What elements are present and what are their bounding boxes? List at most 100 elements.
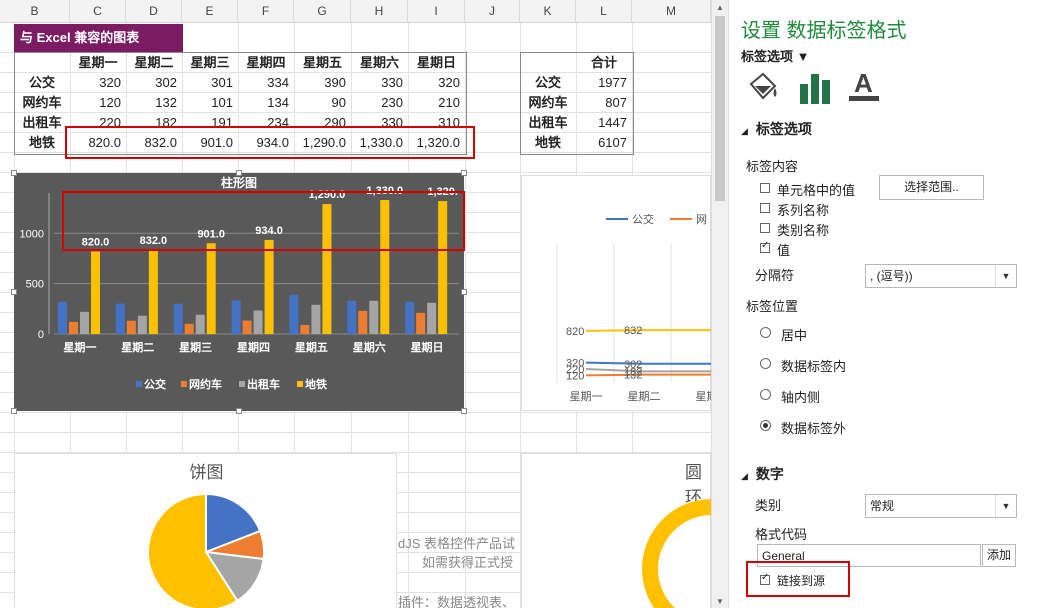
column-header-l[interactable]: L: [576, 0, 632, 23]
bar-3-3[interactable]: [264, 239, 274, 334]
format-data-labels-pane[interactable]: 设置 数据标签格式 标签选项 ▼ A ◢ 标签选项 标签内容 单元格中的值 选择范…: [731, 0, 1039, 608]
bar-0-6[interactable]: [405, 301, 415, 334]
bar-data-label[interactable]: 832.0: [140, 235, 168, 247]
separator-select[interactable]: , (逗号)) ▼: [865, 264, 1017, 288]
bar-3-5[interactable]: [380, 200, 390, 334]
totals-cell[interactable]: 6107: [576, 133, 632, 153]
bar-3-6[interactable]: [438, 201, 448, 334]
line-series-2[interactable]: [585, 368, 711, 373]
radio-inside-base-label[interactable]: 轴内侧: [781, 387, 820, 406]
bar-3-0[interactable]: [91, 251, 100, 334]
table-cell[interactable]: 210: [408, 93, 465, 113]
bar-1-4[interactable]: [300, 324, 310, 334]
bar-data-label[interactable]: 1,320.: [427, 186, 458, 198]
donut-chart[interactable]: [522, 454, 711, 608]
totals-header-cell[interactable]: 合计: [576, 53, 632, 73]
chart-resize-handle-bm[interactable]: [236, 408, 242, 414]
bar-data-label[interactable]: 820.0: [82, 236, 110, 248]
legend-label-3[interactable]: 地铁: [305, 377, 327, 391]
table-header-cell[interactable]: 星期五: [294, 53, 351, 73]
bar-2-1[interactable]: [137, 315, 147, 334]
label-options-dropdown[interactable]: 标签选项 ▼: [741, 46, 809, 65]
legend-label-2[interactable]: 出租车: [247, 377, 280, 391]
line-chart[interactable]: 公交网820832320302220182120132星期一星期二星期三: [522, 176, 711, 412]
radio-inside-end-label[interactable]: 数据标签内: [781, 356, 846, 375]
bar-1-1[interactable]: [126, 320, 136, 334]
line-point-label[interactable]: 132: [624, 370, 642, 382]
bar-chart[interactable]: 柱形图 0 500 1000 星期一 820.0 星期二 832.0 星期三 901.0 星期四 93…: [14, 173, 464, 411]
line-legend-label-0[interactable]: 公交: [632, 212, 654, 226]
section-label-options[interactable]: ◢ 标签选项: [741, 119, 812, 139]
column-header-h[interactable]: H: [351, 0, 408, 23]
radio-center[interactable]: [760, 327, 771, 338]
bar-2-3[interactable]: [253, 310, 263, 334]
column-header-c[interactable]: C: [70, 0, 126, 23]
fill-bucket-icon[interactable]: [745, 70, 781, 106]
column-header-d[interactable]: D: [126, 0, 182, 23]
table-cell[interactable]: 220: [70, 113, 126, 133]
bar-2-2[interactable]: [195, 314, 205, 334]
chart-resize-handle-br[interactable]: [461, 408, 467, 414]
legend-label-1[interactable]: 网约车: [189, 377, 222, 391]
totals-cell[interactable]: 1447: [576, 113, 632, 133]
table-cell[interactable]: 301: [182, 73, 238, 93]
table-cell[interactable]: 330: [351, 113, 408, 133]
vertical-scrollbar[interactable]: ▲ ▼: [711, 0, 729, 608]
totals-row-label[interactable]: 地铁: [520, 133, 576, 153]
table-cell[interactable]: 101: [182, 93, 238, 113]
totals-row-label[interactable]: 出租车: [520, 113, 576, 133]
table-cell[interactable]: 310: [408, 113, 465, 133]
scroll-down-arrow[interactable]: ▼: [712, 597, 728, 606]
chart-resize-handle-tl[interactable]: [11, 170, 17, 176]
checkbox-series-name[interactable]: [760, 203, 770, 213]
chart-resize-handle-ml[interactable]: [11, 289, 17, 295]
table-cell[interactable]: 230: [351, 93, 408, 113]
bar-1-3[interactable]: [242, 320, 252, 334]
table-row-label[interactable]: 地铁: [14, 133, 70, 153]
bar-1-2[interactable]: [184, 323, 194, 334]
bar-0-1[interactable]: [115, 303, 125, 334]
checkbox-category-name-label[interactable]: 类别名称: [777, 220, 829, 239]
table-cell[interactable]: 832.0: [126, 133, 182, 153]
bar-chart-container[interactable]: 柱形图 0 500 1000 星期一 820.0 星期二 832.0 星期三 901.0 星期四 93…: [14, 173, 464, 411]
bar-2-5[interactable]: [369, 300, 379, 334]
line-series-0[interactable]: [585, 361, 711, 365]
bar-data-label[interactable]: 934.0: [255, 225, 283, 237]
table-cell[interactable]: 934.0: [238, 133, 294, 153]
table-cell[interactable]: 334: [238, 73, 294, 93]
line-series-3[interactable]: [585, 329, 711, 332]
totals-cell[interactable]: 807: [576, 93, 632, 113]
add-format-button[interactable]: 添加: [982, 544, 1016, 567]
table-cell[interactable]: 90: [294, 93, 351, 113]
radio-inside-base[interactable]: [760, 389, 771, 400]
table-cell[interactable]: 1,320.0: [408, 133, 465, 153]
pie-chart[interactable]: [15, 454, 398, 608]
bar-data-label[interactable]: 1,330.0: [366, 185, 403, 197]
checkbox-value[interactable]: [760, 240, 770, 253]
text-a-icon[interactable]: A: [847, 66, 883, 102]
checkbox-series-name-label[interactable]: 系列名称: [777, 200, 829, 219]
bar-chart-icon[interactable]: [797, 70, 833, 106]
bar-0-0[interactable]: [58, 301, 67, 334]
line-legend-label-1[interactable]: 网: [696, 214, 707, 226]
checkbox-value-label[interactable]: 值: [777, 240, 790, 259]
chart-resize-handle-bl[interactable]: [11, 408, 17, 414]
table-header-cell[interactable]: 星期三: [182, 53, 238, 73]
scroll-up-arrow[interactable]: ▲: [712, 3, 728, 12]
table-cell[interactable]: 390: [294, 73, 351, 93]
line-chart-container[interactable]: 公交网820832320302220182120132星期一星期二星期三: [521, 175, 711, 411]
table-cell[interactable]: 134: [238, 93, 294, 113]
table-cell[interactable]: 820.0: [70, 133, 126, 153]
bar-3-2[interactable]: [206, 243, 216, 334]
checkbox-category-name[interactable]: [760, 223, 770, 233]
bar-0-2[interactable]: [173, 303, 183, 334]
section-number[interactable]: ◢ 数字: [741, 464, 784, 484]
column-header-i[interactable]: I: [408, 0, 465, 23]
bar-0-5[interactable]: [347, 300, 357, 334]
chart-resize-handle-tm[interactable]: [236, 170, 242, 176]
column-header-g[interactable]: G: [294, 0, 351, 23]
scroll-thumb[interactable]: [715, 16, 725, 201]
bar-2-4[interactable]: [311, 304, 321, 334]
totals-row-label[interactable]: 公交: [520, 73, 576, 93]
column-header-j[interactable]: J: [465, 0, 520, 23]
